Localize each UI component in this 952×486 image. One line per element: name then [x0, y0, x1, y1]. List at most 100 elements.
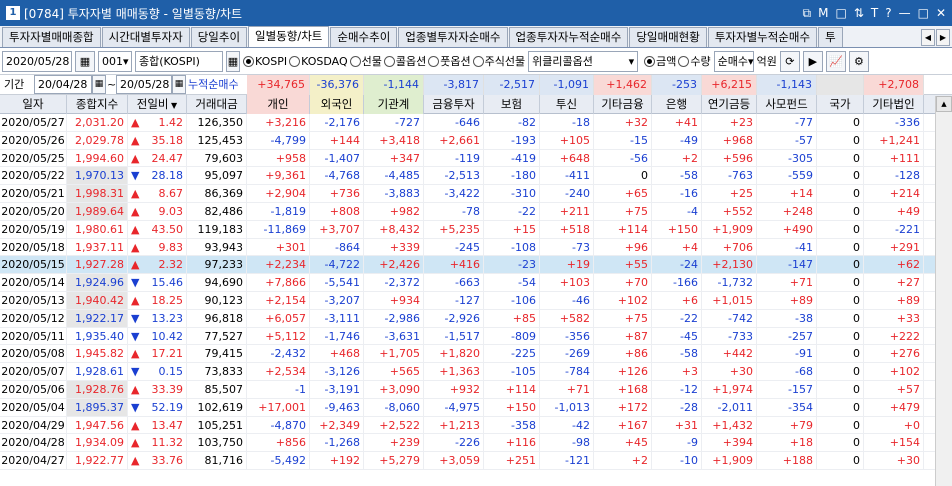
- minimize-icon[interactable]: —: [899, 6, 911, 20]
- market-radio-2[interactable]: 선물: [349, 53, 382, 69]
- table-row[interactable]: 2020/05/26 2,029.78 ▲ 35.18 125,453 -4,799 +14…: [0, 131, 952, 150]
- unit-radio-0[interactable]: 금액: [644, 53, 676, 69]
- tab-scroll-right-icon[interactable]: ▶: [936, 29, 950, 46]
- font-icon[interactable]: T: [871, 6, 878, 20]
- table-cell: -1,013: [540, 398, 594, 416]
- table-row[interactable]: 2020/05/11 1,935.40 ▼ 10.42 77,527 +5,112 -1,7…: [0, 327, 952, 346]
- tab-9[interactable]: 투: [818, 27, 843, 47]
- table-cell: +276: [864, 345, 924, 363]
- table-cell: +968: [702, 131, 757, 149]
- calendar-icon[interactable]: ▦: [75, 50, 95, 72]
- tab-2[interactable]: 당일추이: [190, 27, 248, 47]
- table-row[interactable]: 2020/04/27 1,922.77 ▲ 33.76 81,716 -5,492 +192…: [0, 452, 952, 470]
- table-row[interactable]: 2020/05/21 1,998.31 ▲ 8.67 86,369 +2,904 +736-…: [0, 185, 952, 203]
- table-row[interactable]: 2020/05/15 1,927.28 ▲ 2.32 97,233 +2,234 -4,72…: [0, 256, 952, 275]
- calendar-icon[interactable]: ▦: [172, 75, 186, 94]
- column-header[interactable]: 금융투자: [424, 95, 484, 114]
- market-radio-5[interactable]: 주식선물: [472, 53, 525, 69]
- table-cell: ▲ 24.47: [128, 149, 187, 167]
- tab-3[interactable]: 일별동향/차트: [248, 26, 330, 47]
- code-select[interactable]: 001 ▾: [98, 50, 132, 72]
- column-header[interactable]: 일자: [0, 95, 67, 114]
- table-row[interactable]: 2020/05/19 1,980.61 ▲ 43.50 119,183 -11,869 +3…: [0, 220, 952, 239]
- cumulative-label: 누적순매수: [188, 78, 239, 91]
- table-row[interactable]: 2020/04/29 1,947.56 ▲ 13.47 105,251 -4,870 +2,…: [0, 416, 952, 435]
- tab-0[interactable]: 투자자별매매종합: [2, 27, 101, 47]
- column-header[interactable]: 기관계: [364, 95, 424, 114]
- table-row[interactable]: 2020/05/06 1,928.76 ▲ 33.39 85,507 -1 -3,191 +3…: [0, 380, 952, 399]
- table-cell: +934: [364, 291, 424, 309]
- tab-5[interactable]: 업종별투자자순매수: [398, 27, 508, 47]
- period-from-input[interactable]: 20/04/28: [34, 75, 92, 94]
- maximize-icon[interactable]: □: [918, 6, 929, 20]
- table-cell: 95,097: [187, 167, 247, 185]
- column-header[interactable]: 국가: [817, 95, 864, 114]
- table-cell: +2: [594, 452, 652, 470]
- table-row[interactable]: 2020/05/07 1,928.61 ▼ 0.15 73,833 +2,534 -3,12…: [0, 363, 952, 381]
- table-cell: -2,372: [364, 274, 424, 292]
- market-radio-3[interactable]: 콜옵션: [383, 53, 426, 69]
- table-cell: -82: [484, 114, 540, 131]
- column-header[interactable]: 사모펀드: [757, 95, 817, 114]
- scroll-up-icon[interactable]: ▲: [936, 96, 952, 112]
- sort-icon[interactable]: ⇅: [854, 6, 864, 20]
- column-header[interactable]: 은행: [652, 95, 702, 114]
- settings-icon[interactable]: ⚙: [848, 50, 869, 72]
- window-icon[interactable]: □: [835, 6, 846, 20]
- market-radio-4[interactable]: 풋옵션: [428, 53, 471, 69]
- mode-select[interactable]: 순매수 ▾: [713, 50, 754, 72]
- tab-6[interactable]: 업종투자자누적순매수: [508, 27, 629, 47]
- table-row[interactable]: 2020/05/27 2,031.20 ▲ 1.42 126,350 +3,216 -2,1…: [0, 114, 952, 132]
- tab-1[interactable]: 시간대별투자자: [101, 27, 190, 47]
- tab-scroll-left-icon[interactable]: ◀: [921, 29, 935, 46]
- chart-icon[interactable]: 📈: [825, 50, 846, 72]
- table-cell: 2020/05/27: [0, 114, 67, 131]
- memo-icon[interactable]: M: [818, 6, 828, 20]
- column-header[interactable]: 연기금등: [702, 95, 757, 114]
- table-cell: 2020/05/07: [0, 363, 67, 381]
- help-icon[interactable]: ?: [885, 6, 891, 20]
- column-header[interactable]: 보험: [484, 95, 540, 114]
- column-header[interactable]: 기타법인: [864, 95, 924, 114]
- tab-8[interactable]: 투자자별누적순매수: [707, 27, 818, 47]
- period-to-input[interactable]: 20/05/28: [116, 75, 172, 94]
- table-row[interactable]: 2020/05/08 1,945.82 ▲ 17.21 79,415 -2,432 +468…: [0, 345, 952, 364]
- market-radio-1[interactable]: KOSDAQ: [289, 53, 348, 69]
- date-input[interactable]: 2020/05/28: [2, 50, 72, 72]
- market-field[interactable]: 종합(KOSPI): [135, 50, 223, 72]
- column-header[interactable]: 종합지수: [67, 95, 128, 114]
- table-row[interactable]: 2020/05/14 1,924.96 ▼ 15.46 94,690 +7,866 -5,5…: [0, 274, 952, 292]
- next-icon[interactable]: ▶: [802, 50, 823, 72]
- table-row[interactable]: 2020/04/28 1,934.09 ▲ 11.32 103,750 +856 -1,26…: [0, 434, 952, 453]
- radio-label: 풋옵션: [440, 55, 471, 68]
- table-cell: 0: [594, 167, 652, 185]
- table-row[interactable]: 2020/05/13 1,940.42 ▲ 18.25 90,123 +2,154 -3,2…: [0, 291, 952, 310]
- column-header[interactable]: 개인: [247, 95, 310, 114]
- unit-radio-1[interactable]: 수량: [678, 53, 711, 69]
- market-search-icon[interactable]: ▦: [226, 50, 240, 72]
- tab-7[interactable]: 당일매매현황: [629, 27, 707, 47]
- weekly-option-select[interactable]: 위클리콜옵션 ▾: [528, 50, 639, 72]
- chevron-down-icon: ▾: [628, 54, 635, 68]
- vertical-scrollbar[interactable]: ▲: [935, 96, 952, 486]
- calendar-icon[interactable]: ▦: [92, 75, 106, 94]
- column-header[interactable]: 전일비 ▼: [128, 95, 187, 114]
- table-row[interactable]: 2020/05/04 1,895.37 ▼ 52.19 102,619 +17,001 -9…: [0, 398, 952, 417]
- table-row[interactable]: 2020/05/22 1,970.13 ▼ 28.18 95,097 +9,361 -4,7…: [0, 167, 952, 186]
- table-row[interactable]: 2020/05/12 1,922.17 ▼ 13.23 96,818 +6,057 -3,1…: [0, 309, 952, 328]
- market-radio-0[interactable]: KOSPI: [243, 53, 287, 69]
- down-arrow-icon: ▼: [131, 311, 140, 325]
- refresh-icon[interactable]: ⟳: [779, 50, 800, 72]
- close-icon[interactable]: ✕: [936, 6, 946, 20]
- column-header[interactable]: 투신: [540, 95, 594, 114]
- table-row[interactable]: 2020/05/25 1,994.60 ▲ 24.47 79,603 +958 -1,407…: [0, 149, 952, 168]
- tab-4[interactable]: 순매수추이: [330, 27, 398, 47]
- column-header[interactable]: 거래대금: [187, 95, 247, 114]
- table-cell: -1,746: [310, 327, 364, 345]
- sort-down-icon[interactable]: ▼: [169, 101, 177, 110]
- restore-icon[interactable]: ⧉: [803, 6, 812, 21]
- table-row[interactable]: 2020/05/18 1,937.11 ▲ 9.83 93,943 +301 -864 +33…: [0, 238, 952, 257]
- table-row[interactable]: 2020/05/20 1,989.64 ▲ 9.03 82,486 -1,819 +808 +…: [0, 202, 952, 221]
- column-header[interactable]: 기타금융: [594, 95, 652, 114]
- column-header[interactable]: 외국인: [310, 95, 364, 114]
